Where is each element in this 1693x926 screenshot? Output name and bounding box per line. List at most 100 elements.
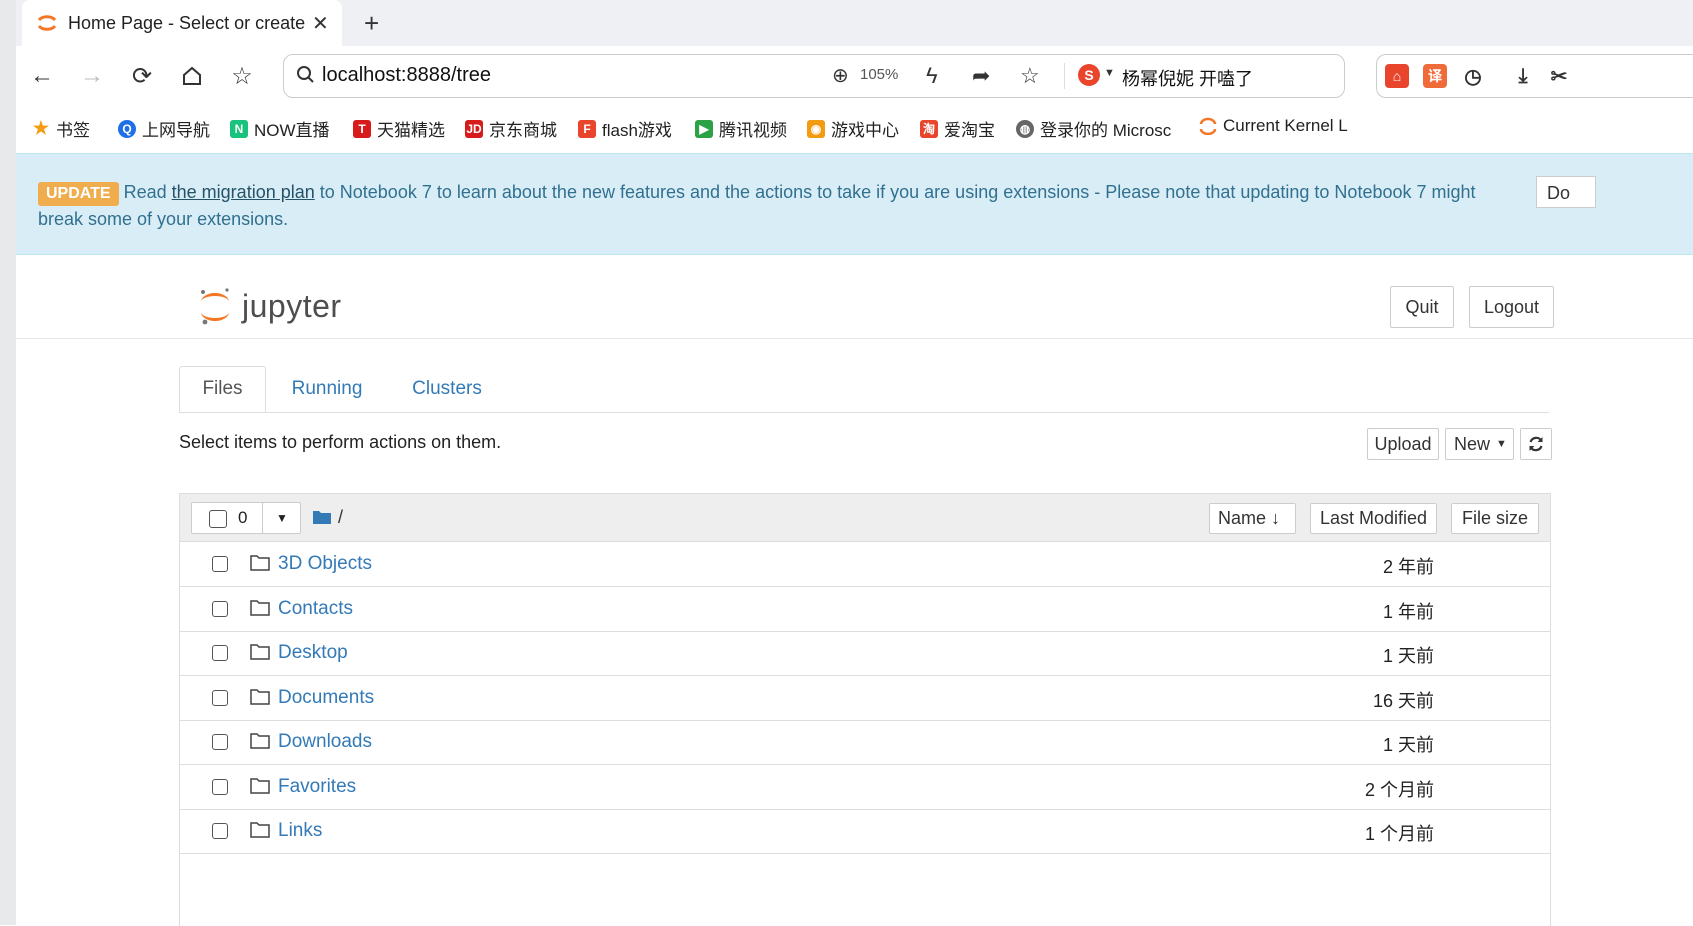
zoom-icon[interactable]: ⊕	[832, 63, 849, 88]
tab-title: Home Page - Select or create	[68, 12, 306, 33]
reload-icon[interactable]: ⟳	[124, 58, 160, 94]
row-checkbox[interactable]	[212, 779, 228, 795]
sort-by-last-modified-button[interactable]: Last Modified	[1310, 503, 1437, 534]
quit-button[interactable]: Quit	[1390, 286, 1454, 328]
bookmark-item[interactable]: ▶ 腾讯视频	[695, 116, 787, 141]
pdf-extension-icon[interactable]: ⌂	[1385, 64, 1409, 88]
forward-icon[interactable]: →	[74, 58, 110, 94]
bookmark-label: 爱淘宝	[944, 121, 995, 140]
row-checkbox[interactable]	[212, 734, 228, 750]
item-name-link[interactable]: Documents	[278, 687, 374, 709]
migration-plan-link[interactable]: the migration plan	[172, 182, 315, 202]
logout-button[interactable]: Logout	[1469, 286, 1554, 328]
bookmark-item[interactable]: Current Kernel L	[1199, 116, 1348, 136]
folder-icon	[250, 733, 270, 749]
folder-icon	[250, 600, 270, 616]
caret-down-icon: ▼	[1496, 438, 1507, 450]
caret-down-icon[interactable]: ▼	[276, 511, 288, 525]
item-name-link[interactable]: Desktop	[278, 642, 348, 664]
browser-chrome: Home Page - Select or create ✕ + ← → ⟳ ☆…	[16, 0, 1693, 153]
jupyter-favicon-icon	[37, 15, 57, 31]
jupyter-header: jupyter Quit Logout	[16, 253, 1693, 339]
q-icon: Q	[118, 119, 136, 138]
bookmark-item[interactable]: JD 京东商城	[465, 116, 557, 141]
chevron-down-icon[interactable]: ▼	[1104, 67, 1115, 79]
table-row[interactable]: Contacts 1 年前	[180, 587, 1550, 632]
play-icon: ▶	[695, 119, 713, 138]
sort-by-file-size-button[interactable]: File size	[1451, 503, 1539, 534]
globe-icon: ◍	[1016, 119, 1034, 138]
hot-search-text[interactable]: 杨幂倪妮 开嗑了	[1122, 65, 1253, 91]
table-row[interactable]: 3D Objects 2 年前	[180, 542, 1550, 587]
table-row[interactable]: Downloads 1 天前	[180, 720, 1550, 765]
new-label: New	[1454, 433, 1491, 454]
navigation-bar: ← → ⟳ ☆ localhost:8888/tree ⊕ 105% ϟ ➦ ☆…	[16, 50, 1693, 104]
breadcrumb-root[interactable]: /	[338, 507, 343, 528]
jupyter-logo[interactable]: jupyter	[198, 286, 342, 326]
share-icon[interactable]: ➦	[972, 63, 990, 89]
new-tab-icon[interactable]: +	[364, 8, 379, 39]
table-row[interactable]: Documents 16 天前	[180, 676, 1550, 721]
item-name-link[interactable]: Downloads	[278, 731, 372, 753]
row-checkbox[interactable]	[212, 601, 228, 617]
table-row[interactable]: Links 1 个月前	[180, 809, 1550, 854]
download-icon[interactable]: ⤓	[1511, 64, 1535, 88]
folder-open-icon[interactable]	[313, 510, 331, 524]
upload-button[interactable]: Upload	[1367, 428, 1439, 460]
bookmark-label: 游戏中心	[831, 121, 899, 140]
tab-clusters[interactable]: Clusters	[397, 366, 497, 412]
row-checkbox[interactable]	[212, 645, 228, 661]
jupyter-logo-icon	[201, 288, 229, 325]
select-all-checkbox[interactable]	[209, 510, 227, 528]
lightning-icon[interactable]: ϟ	[926, 63, 938, 89]
bookmark-item[interactable]: Fflash游戏	[578, 116, 672, 141]
item-name-link[interactable]: 3D Objects	[278, 553, 372, 575]
bookmark-label: 书签	[56, 121, 90, 140]
address-bar[interactable]: localhost:8888/tree ⊕ 105% ϟ ➦ ☆ S ▼ 杨幂倪…	[283, 54, 1345, 98]
update-alert: UPDATE Read the migration plan to Notebo…	[16, 153, 1693, 255]
divider	[1064, 63, 1065, 89]
item-name-link[interactable]: Favorites	[278, 776, 356, 798]
bookmark-item[interactable]: T 天猫精选	[353, 116, 445, 141]
row-checkbox[interactable]	[212, 823, 228, 839]
tab-files[interactable]: Files	[179, 366, 266, 412]
sogou-search-icon[interactable]: S	[1078, 64, 1100, 86]
bookmark-label: flash游戏	[602, 121, 672, 140]
bookmark-item[interactable]: ◉ 游戏中心	[807, 116, 899, 141]
select-all-control[interactable]: 0 ▼	[191, 502, 301, 534]
nav-tabs: Files Running Clusters	[179, 366, 1549, 413]
table-row[interactable]: Desktop 1 天前	[180, 631, 1550, 676]
row-checkbox[interactable]	[212, 690, 228, 706]
bookmark-item[interactable]: N NOW直播	[230, 116, 330, 141]
file-list-header: 0 ▼ / Name ↓ Last Modified File size	[180, 494, 1550, 542]
close-tab-icon[interactable]: ✕	[312, 11, 329, 36]
zoom-level[interactable]: 105%	[860, 66, 898, 83]
bookmark-item[interactable]: ◍ 登录你的 Microsc	[1016, 116, 1171, 141]
table-row[interactable]: Favorites 2 个月前	[180, 765, 1550, 810]
translate-extension-icon[interactable]: 译	[1423, 64, 1447, 88]
dismiss-button[interactable]: Do	[1536, 176, 1596, 208]
file-list: 0 ▼ / Name ↓ Last Modified File size 3D …	[179, 493, 1551, 926]
item-name-link[interactable]: Links	[278, 820, 322, 842]
bookmark-item[interactable]: Q 上网导航	[118, 116, 210, 141]
tab-running[interactable]: Running	[275, 366, 379, 412]
row-checkbox[interactable]	[212, 556, 228, 572]
item-name-link[interactable]: Contacts	[278, 598, 353, 620]
folder-icon	[250, 644, 270, 660]
history-icon[interactable]: ◷	[1461, 64, 1485, 88]
folder-icon	[250, 555, 270, 571]
sort-by-name-button[interactable]: Name ↓	[1209, 503, 1296, 534]
bookmark-star-icon[interactable]: ☆	[1020, 63, 1040, 89]
favorite-star-icon[interactable]: ☆	[224, 58, 260, 94]
back-icon[interactable]: ←	[24, 58, 60, 94]
extensions-bar: ⌂ 译 ◷ ⤓ ✂	[1376, 54, 1693, 98]
new-dropdown-button[interactable]: New ▼	[1445, 428, 1514, 460]
home-icon[interactable]	[174, 58, 210, 94]
refresh-button[interactable]	[1520, 428, 1552, 460]
update-badge: UPDATE	[38, 182, 119, 206]
scissors-icon[interactable]: ✂	[1547, 64, 1571, 88]
bookmark-item[interactable]: ★ 书签	[32, 116, 90, 141]
bookmark-item[interactable]: 淘爱淘宝	[920, 116, 995, 141]
url-text[interactable]: localhost:8888/tree	[322, 64, 491, 87]
browser-tab[interactable]: Home Page - Select or create ✕	[22, 0, 342, 46]
